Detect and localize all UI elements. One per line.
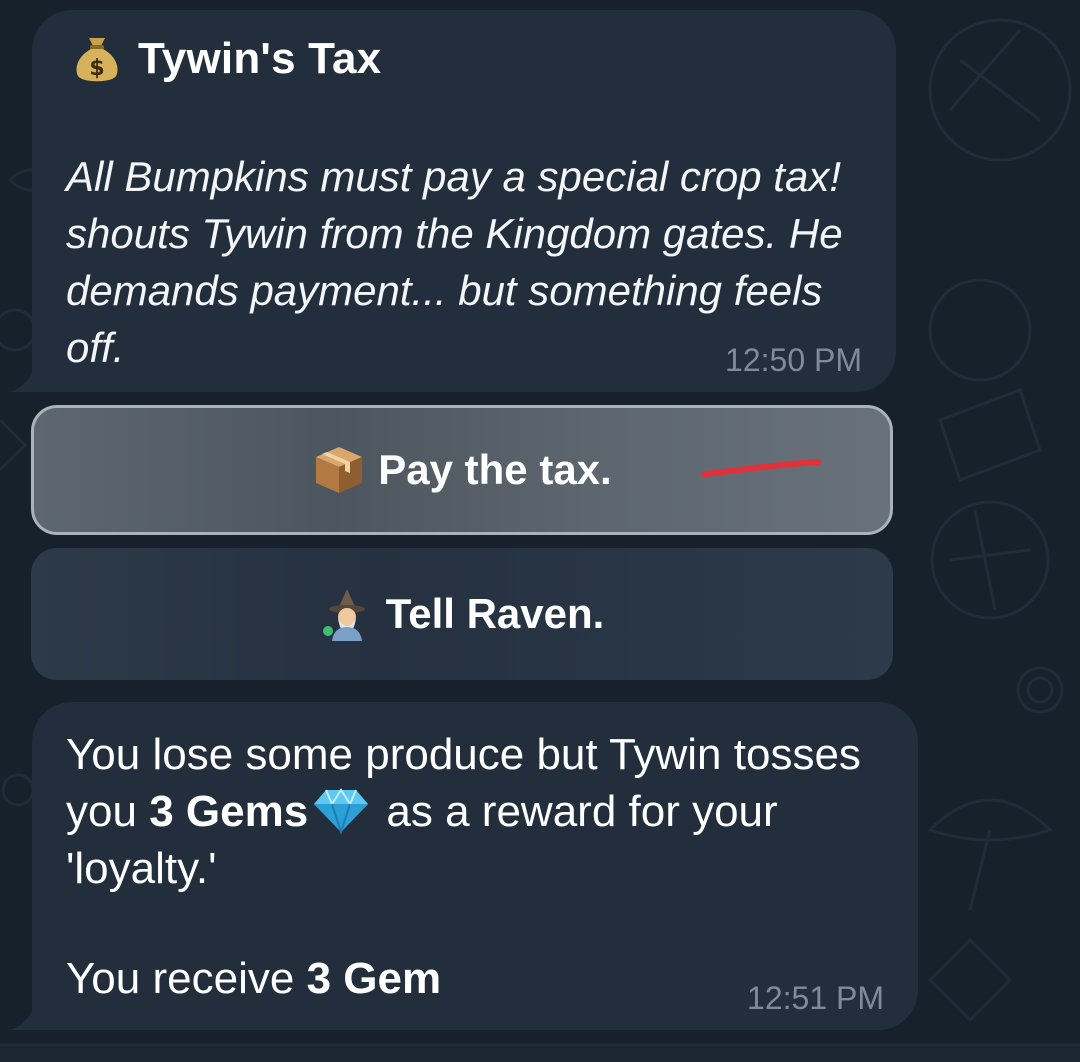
pay-tax-label: Pay the tax. (378, 446, 612, 493)
message-title: $ Tywin's Tax (74, 34, 381, 84)
receive-text: You receive 3 Gem (66, 954, 441, 1004)
gem-amount: 3 Gems (149, 787, 309, 836)
red-annotation-stroke (701, 459, 821, 477)
incoming-message-bubble: You lose some produce but Tywin tosses y… (10, 702, 918, 1030)
result-text: You lose some produce but Tywin tosses y… (66, 726, 906, 897)
bubble-tail (10, 1006, 34, 1030)
bubble-tail (10, 368, 34, 392)
svg-text:$: $ (89, 56, 104, 81)
receive-label: You receive (66, 954, 295, 1003)
message-title-text: Tywin's Tax (138, 34, 382, 83)
money-bag-icon: $ (74, 34, 120, 84)
receive-amount: 3 Gem (306, 954, 442, 1003)
incoming-message-bubble: $ Tywin's Tax All Bumpkins must pay a sp… (10, 10, 896, 392)
message-timestamp: 12:50 PM (725, 342, 862, 378)
gem-icon (312, 786, 370, 834)
message-timestamp: 12:51 PM (747, 980, 884, 1016)
mage-icon (320, 587, 374, 641)
tell-raven-button[interactable]: Tell Raven. (31, 548, 893, 680)
tell-raven-label: Tell Raven. (385, 590, 605, 637)
package-icon (312, 443, 366, 497)
